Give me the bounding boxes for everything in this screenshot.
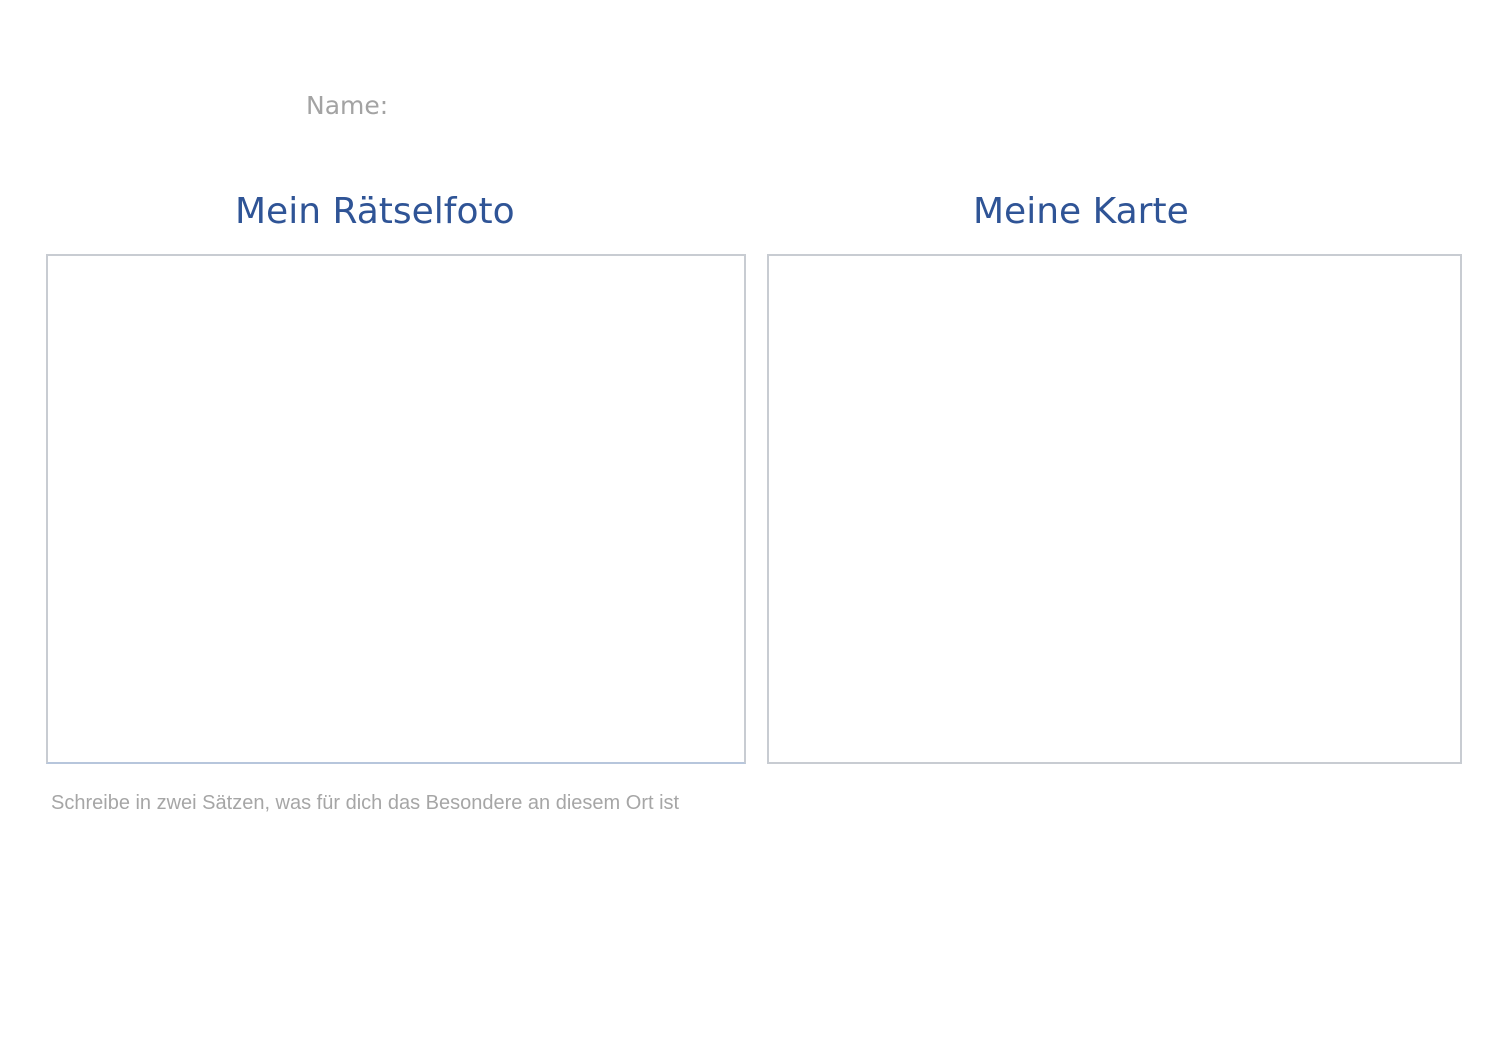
photo-section-title: Mein Rätselfoto: [235, 191, 515, 232]
photo-frame: [46, 254, 746, 764]
map-frame: [767, 254, 1462, 764]
name-label: Name:: [306, 91, 389, 120]
writing-prompt: Schreibe in zwei Sätzen, was für dich da…: [51, 792, 680, 814]
map-section-title: Meine Karte: [973, 191, 1189, 232]
